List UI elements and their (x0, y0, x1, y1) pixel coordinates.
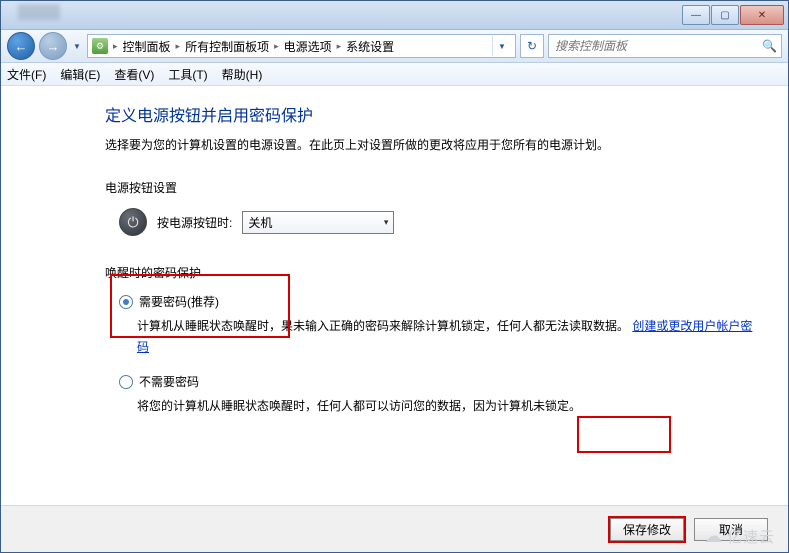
search-box[interactable]: 🔍 (548, 34, 782, 58)
menu-tools[interactable]: 工具(T) (168, 66, 207, 83)
titlebar-caption-blur (18, 4, 60, 20)
cloud-icon: ☁ (704, 526, 723, 547)
address-dropdown[interactable]: ▼ (492, 36, 511, 56)
footer-bar: 保存修改 取消 (1, 505, 788, 552)
menu-file[interactable]: 文件(F) (7, 66, 46, 83)
power-action-dropdown[interactable]: 关机 ▾ (242, 211, 394, 234)
search-input[interactable] (553, 38, 762, 54)
power-action-value: 关机 (248, 214, 272, 231)
search-icon[interactable]: 🔍 (762, 39, 777, 53)
control-panel-icon: ⚙ (92, 38, 108, 54)
radio-no-password-desc: 将您的计算机从睡眠状态唤醒时，任何人都可以访问您的数据，因为计算机未锁定。 (137, 396, 760, 416)
breadcrumb-sep: ▸ (110, 41, 121, 52)
breadcrumb-sep: ▸ (271, 41, 282, 52)
titlebar: — ▢ ✕ (1, 1, 788, 30)
radio-require-password-desc: 计算机从睡眠状态唤醒时，果未输入正确的密码来解除计算机锁定，任何人都无法读取数据… (137, 316, 760, 357)
radio-icon[interactable] (119, 375, 133, 389)
breadcrumb-seg-1[interactable]: 所有控制面板项 (185, 38, 269, 55)
section-wake-password: 唤醒时的密码保护 (105, 264, 760, 281)
chevron-down-icon: ▾ (384, 217, 389, 228)
watermark-text: 亿速云 (727, 526, 775, 547)
breadcrumb-sep: ▸ (334, 41, 345, 52)
maximize-button[interactable]: ▢ (711, 5, 739, 25)
window-frame: — ▢ ✕ ← → ▼ ⚙ ▸ 控制面板 ▸ 所有控制面板项 ▸ 电源选项 ▸ … (0, 0, 789, 553)
nav-history-dropdown[interactable]: ▼ (71, 35, 83, 57)
close-button[interactable]: ✕ (740, 5, 784, 25)
address-bar[interactable]: ⚙ ▸ 控制面板 ▸ 所有控制面板项 ▸ 电源选项 ▸ 系统设置 ▼ (87, 34, 516, 58)
power-button-label: 按电源按钮时: (157, 214, 232, 231)
breadcrumb-seg-2[interactable]: 电源选项 (284, 38, 332, 55)
menu-bar: 文件(F) 编辑(E) 查看(V) 工具(T) 帮助(H) (1, 63, 788, 86)
nav-forward-button[interactable]: → (39, 32, 67, 60)
refresh-button[interactable]: ↻ (520, 34, 544, 58)
desc-part-a: 计算机从睡眠状态唤醒时， (137, 319, 281, 333)
breadcrumb-seg-3[interactable]: 系统设置 (346, 38, 394, 55)
nav-toolbar: ← → ▼ ⚙ ▸ 控制面板 ▸ 所有控制面板项 ▸ 电源选项 ▸ 系统设置 ▼… (1, 30, 788, 63)
radio-no-password-label: 不需要密码 (139, 373, 199, 390)
breadcrumb-seg-0[interactable]: 控制面板 (123, 38, 171, 55)
section-power-buttons: 电源按钮设置 (105, 179, 760, 196)
save-button[interactable]: 保存修改 (610, 518, 684, 541)
menu-edit[interactable]: 编辑(E) (60, 66, 100, 83)
radio-require-password[interactable]: 需要密码(推荐) (119, 293, 760, 310)
menu-view[interactable]: 查看(V) (114, 66, 154, 83)
watermark: ☁ 亿速云 (704, 526, 775, 547)
power-button-row: ⏻ 按电源按钮时: 关机 ▾ (119, 208, 760, 236)
radio-icon[interactable] (119, 295, 133, 309)
menu-help[interactable]: 帮助(H) (222, 66, 263, 83)
minimize-button[interactable]: — (682, 5, 710, 25)
radio-no-password[interactable]: 不需要密码 (119, 373, 760, 390)
breadcrumb-sep: ▸ (173, 41, 184, 52)
desc-part-b: 果未输入正确的密码来解除计算机锁定，任何人都无法读取数据。 (281, 319, 629, 333)
radio-require-password-label: 需要密码(推荐) (139, 293, 219, 310)
page-title: 定义电源按钮并启用密码保护 (105, 102, 760, 126)
nav-back-button[interactable]: ← (7, 32, 35, 60)
power-icon: ⏻ (119, 208, 147, 236)
page-description: 选择要为您的计算机设置的电源设置。在此页上对设置所做的更改将应用于您所有的电源计… (105, 136, 760, 155)
content-pane: 定义电源按钮并启用密码保护 选择要为您的计算机设置的电源设置。在此页上对设置所做… (1, 86, 788, 505)
